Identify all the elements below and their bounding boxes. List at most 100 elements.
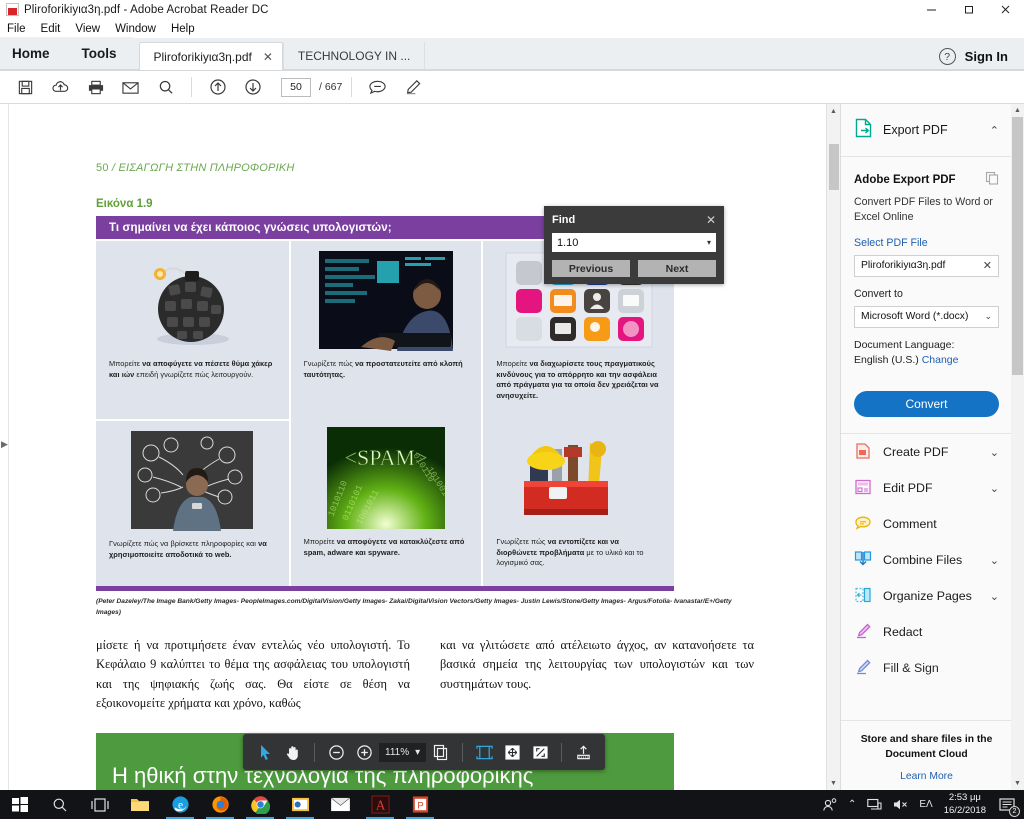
notifications-icon[interactable]: 2: [997, 795, 1020, 817]
clock[interactable]: 2:53 μμ 16/2/2018: [944, 792, 986, 817]
clear-file-icon[interactable]: ✕: [983, 259, 992, 272]
copy-icon[interactable]: [985, 171, 999, 188]
minimize-button[interactable]: [913, 0, 950, 19]
network-icon[interactable]: [867, 798, 882, 811]
save-icon[interactable]: [9, 72, 42, 102]
close-icon[interactable]: ✕: [706, 214, 716, 226]
tool-item-organize-pages[interactable]: Organize Pages ⌄: [841, 578, 1012, 614]
internet-explorer-icon[interactable]: e: [160, 790, 200, 819]
comment-icon[interactable]: [361, 72, 394, 102]
scrollbar-thumb[interactable]: [829, 144, 839, 190]
close-button[interactable]: [987, 0, 1024, 19]
tab-home[interactable]: Home: [0, 37, 66, 70]
language-indicator[interactable]: ΕΛ: [919, 799, 932, 810]
tool-item-fill-sign[interactable]: Fill & Sign: [841, 650, 1012, 686]
acrobat-reader-icon[interactable]: A: [360, 790, 400, 819]
page-number-input[interactable]: 50: [281, 77, 311, 97]
scrollbar-thumb[interactable]: [1012, 117, 1023, 375]
document-tab-active[interactable]: Pliroforikiyια3η.pdf ✕: [138, 42, 283, 70]
chrome-icon[interactable]: [240, 790, 280, 819]
sign-in-button[interactable]: Sign In: [965, 49, 1008, 64]
right-panel-scrollbar[interactable]: ▲ ▼: [1011, 104, 1024, 790]
figure-cell: Γνωρίζετε πώς να εντοπίζετε και να διορθ…: [481, 418, 674, 587]
zoom-level-select[interactable]: 111% ▾: [379, 742, 427, 762]
full-screen-icon[interactable]: [527, 739, 553, 765]
chevron-down-icon[interactable]: ⌄: [990, 590, 999, 603]
scroll-down-icon[interactable]: ▼: [1011, 777, 1024, 790]
chevron-down-icon[interactable]: ⌄: [990, 482, 999, 495]
chevron-up-icon[interactable]: ⌃: [990, 124, 999, 137]
search-icon[interactable]: [40, 790, 80, 819]
convert-button[interactable]: Convert: [854, 391, 999, 418]
print-icon[interactable]: [79, 72, 112, 102]
left-rail[interactable]: ▶: [0, 104, 9, 790]
share-upload-icon[interactable]: [570, 739, 596, 765]
chevron-down-icon[interactable]: ⌄: [990, 554, 999, 567]
learn-more-link[interactable]: Learn More: [851, 771, 1002, 782]
tab-tools[interactable]: Tools: [65, 37, 133, 70]
search-icon[interactable]: [149, 72, 182, 102]
scroll-up-icon[interactable]: ▲: [1011, 104, 1024, 117]
volume-muted-icon[interactable]: [893, 798, 908, 811]
outlook-icon[interactable]: [280, 790, 320, 819]
scroll-up-icon[interactable]: ▲: [827, 104, 840, 118]
menu-edit[interactable]: Edit: [41, 23, 69, 35]
task-view-icon[interactable]: [80, 790, 120, 819]
windows-start-icon[interactable]: [0, 790, 40, 819]
chevron-down-icon[interactable]: ⌄: [990, 446, 999, 459]
menu-view[interactable]: View: [75, 23, 108, 35]
comment-icon: [854, 514, 872, 535]
change-language-link[interactable]: Change: [922, 354, 959, 366]
selected-file-field[interactable]: Pliroforikiyια3η.pdf ✕: [854, 254, 999, 277]
chevron-down-icon[interactable]: ⌄: [984, 311, 992, 322]
cursor-select-icon[interactable]: [252, 739, 278, 765]
find-input[interactable]: 1.10 ▾: [552, 233, 716, 252]
fit-width-icon[interactable]: [471, 739, 497, 765]
chevron-up-icon[interactable]: ⌃: [848, 799, 856, 810]
export-pdf-header[interactable]: Export PDF ⌃: [841, 104, 1012, 157]
tool-item-comment[interactable]: Comment: [841, 506, 1012, 542]
email-icon[interactable]: [114, 72, 147, 102]
zoom-in-button[interactable]: [351, 739, 377, 765]
fit-page-icon[interactable]: [499, 739, 525, 765]
convert-to-select[interactable]: Microsoft Word (*.docx) ⌄: [854, 305, 999, 328]
find-previous-button[interactable]: Previous: [552, 260, 630, 277]
chevron-down-icon[interactable]: ▾: [415, 747, 420, 758]
menu-window[interactable]: Window: [115, 23, 164, 35]
zoom-out-button[interactable]: [323, 739, 349, 765]
document-tab-close-icon[interactable]: ✕: [263, 50, 273, 64]
expand-navigation-icon[interactable]: ▶: [1, 439, 8, 450]
select-pdf-file-link[interactable]: Select PDF File: [854, 237, 999, 249]
people-icon[interactable]: [822, 797, 837, 812]
find-next-button[interactable]: Next: [638, 260, 716, 277]
firefox-icon[interactable]: [200, 790, 240, 819]
menu-help[interactable]: Help: [171, 23, 203, 35]
convert-to-value: Microsoft Word (*.docx): [861, 311, 969, 323]
tool-item-combine-files[interactable]: Combine Files ⌄: [841, 542, 1012, 578]
clock-time: 2:53 μμ: [948, 792, 981, 804]
document-tab-secondary[interactable]: TECHNOLOGY IN ...: [282, 42, 426, 70]
menu-file[interactable]: File: [7, 23, 34, 35]
document-scrollbar[interactable]: ▲ ▼: [826, 104, 840, 790]
figure-cell: Γνωρίζετε πώς να βρίσκετε πληροφορίες κα…: [96, 418, 289, 587]
file-explorer-icon[interactable]: [120, 790, 160, 819]
previous-page-icon[interactable]: [201, 72, 234, 102]
red-toolbox-photo: [487, 423, 670, 533]
highlight-icon[interactable]: [396, 72, 429, 102]
help-icon[interactable]: ?: [938, 48, 956, 65]
upload-cloud-icon[interactable]: [44, 72, 77, 102]
find-dialog[interactable]: Find ✕ 1.10 ▾ Previous Next: [544, 206, 724, 284]
tool-item-create-pdf[interactable]: Create PDF ⌄: [841, 434, 1012, 470]
next-page-icon[interactable]: [236, 72, 269, 102]
scroll-down-icon[interactable]: ▼: [827, 776, 840, 790]
hand-pan-icon[interactable]: [280, 739, 306, 765]
mail-icon[interactable]: [320, 790, 360, 819]
powerpoint-icon[interactable]: P: [400, 790, 440, 819]
tool-item-edit-pdf[interactable]: Edit PDF ⌄: [841, 470, 1012, 506]
tool-item-redact[interactable]: Redact: [841, 614, 1012, 650]
maximize-button[interactable]: [950, 0, 987, 19]
figure-caption: Μπορείτε να αποφύγετε να κατακλύζεστε απ…: [295, 533, 478, 571]
chevron-down-icon[interactable]: ▾: [707, 238, 711, 247]
page-view-icon[interactable]: [428, 739, 454, 765]
document-viewport[interactable]: 50 / ΕΙΣΑΓΩΓΗ ΣΤΗΝ ΠΛΗΡΟΦΟΡΙΚΗ Εικόνα 1.…: [9, 104, 840, 790]
